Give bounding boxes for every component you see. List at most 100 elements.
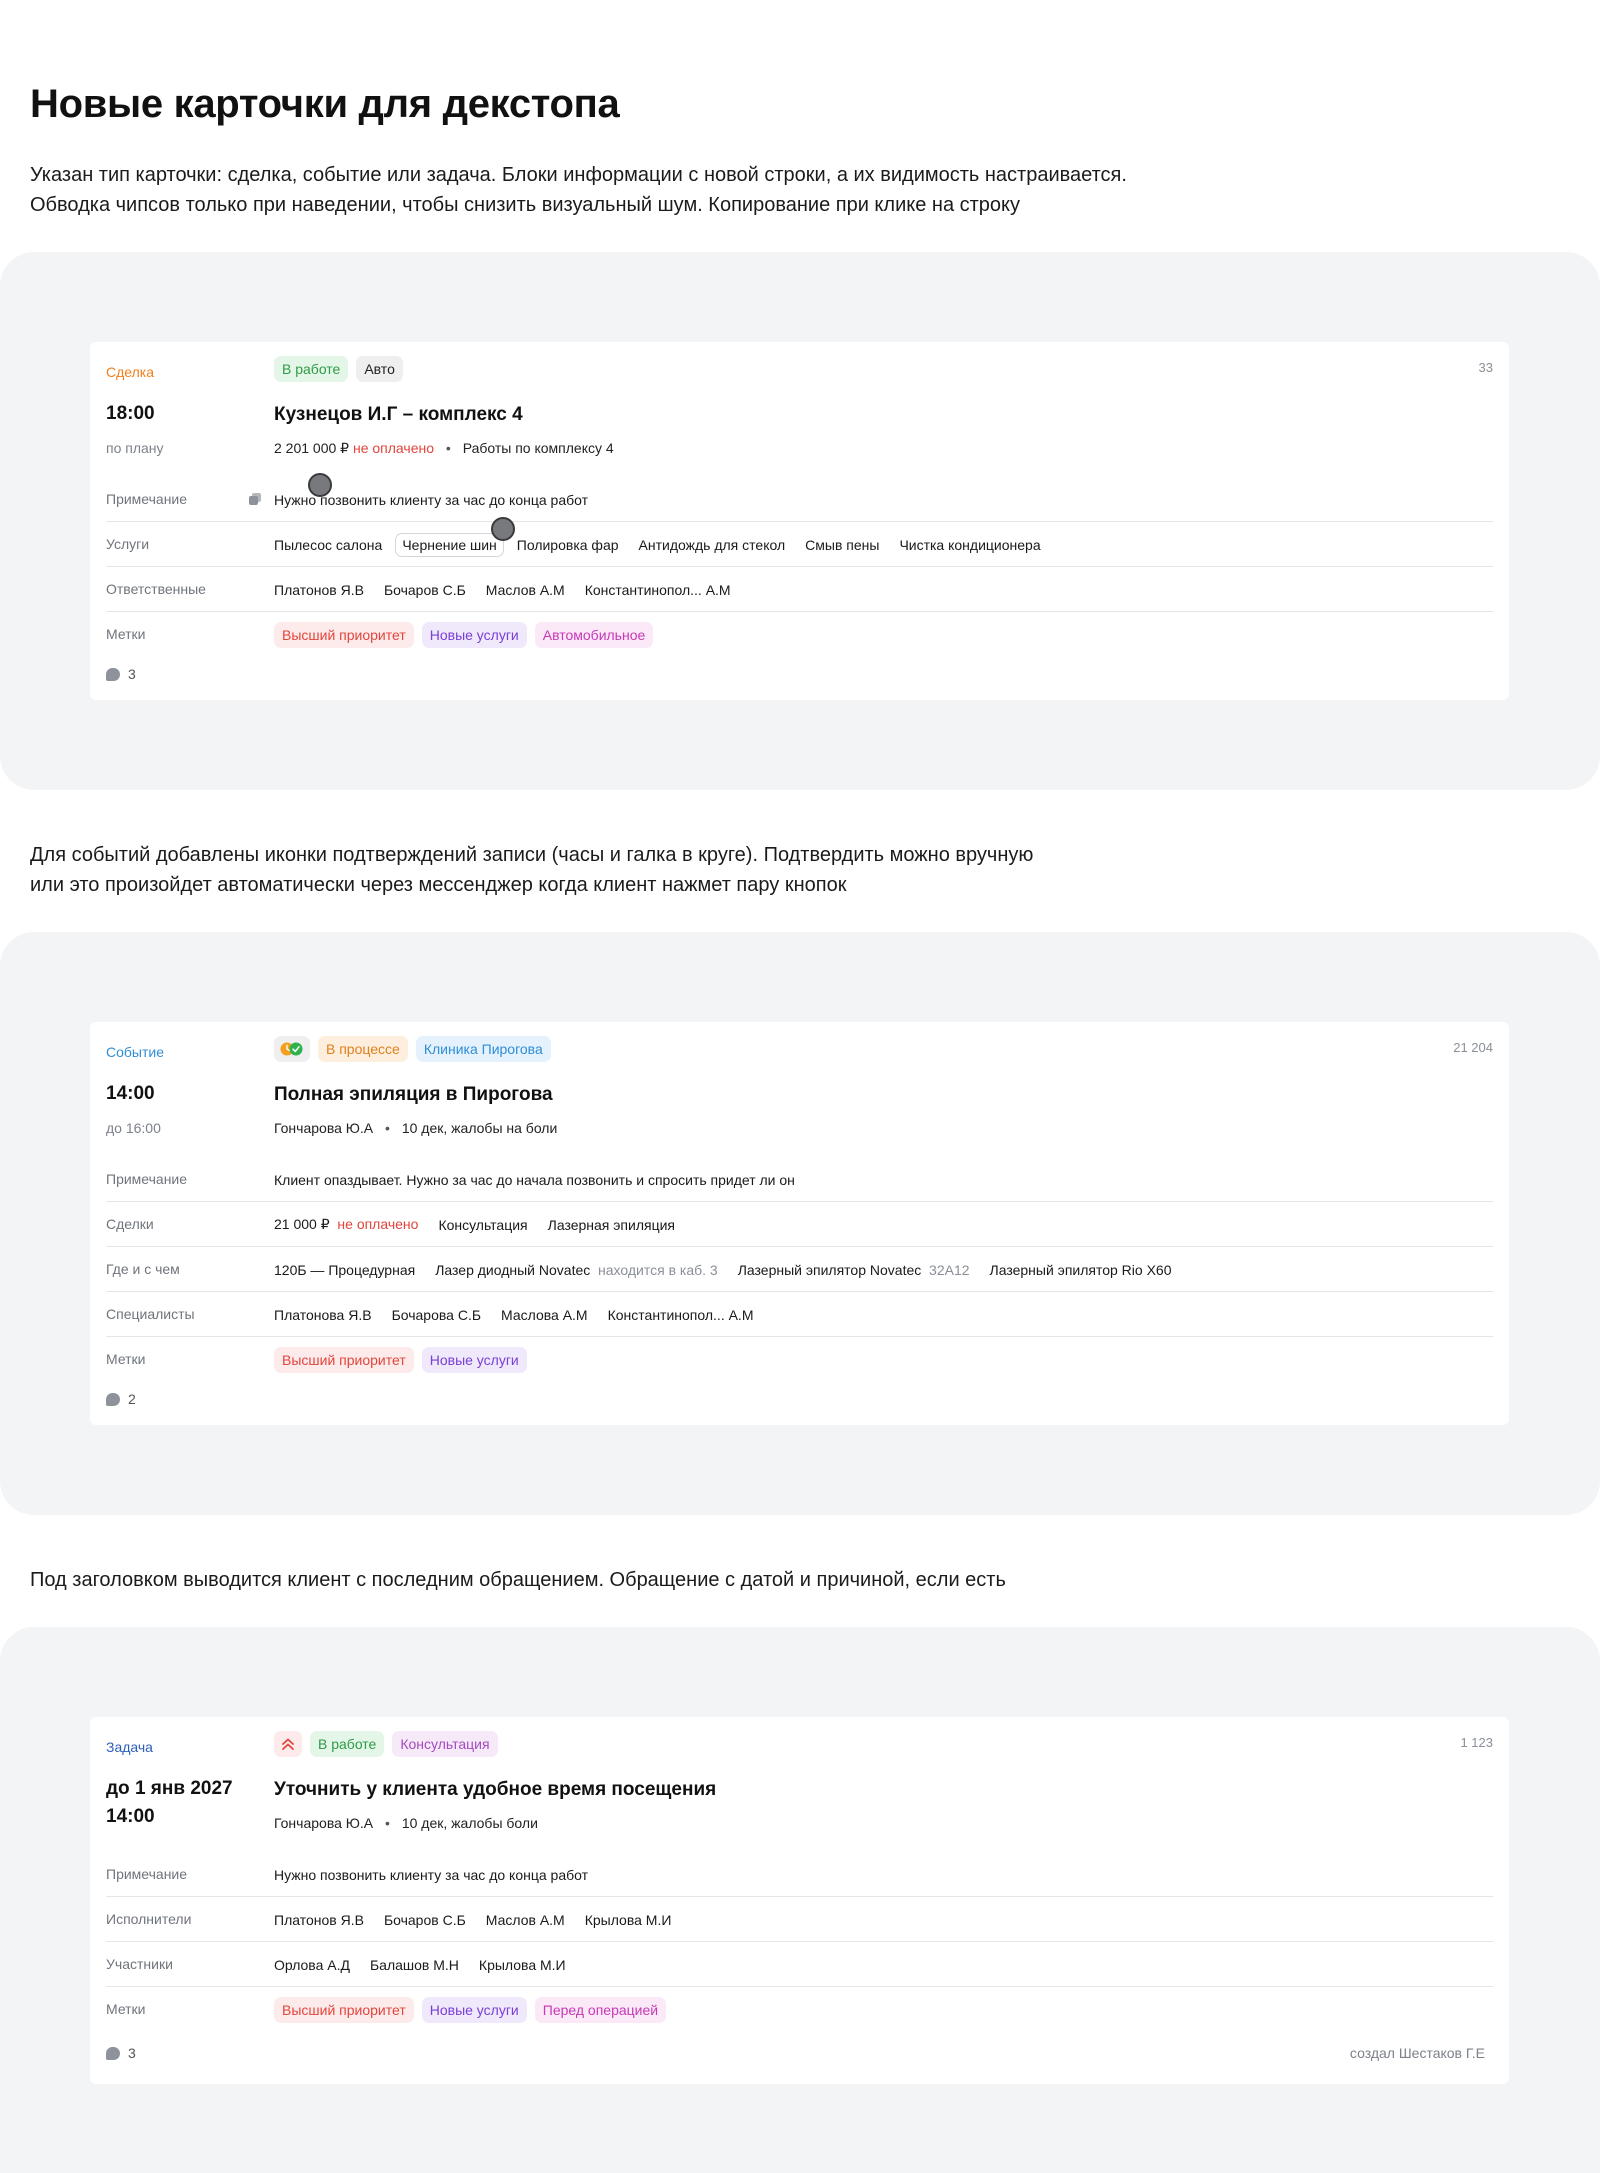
service-chip[interactable]: Полировка фар — [517, 537, 619, 553]
card-deadline-date: до 1 янв 2027 — [106, 1778, 233, 1799]
person-chip[interactable]: Платонов Я.В — [274, 1912, 364, 1928]
row-values: Клиент опаздывает. Нужно за час до начал… — [274, 1157, 795, 1202]
row-label: Ответственные — [106, 581, 206, 597]
row-label: Метки — [106, 626, 146, 642]
event-card[interactable]: Событие 21 204 В процессе Клиника Пирого… — [90, 1022, 1509, 1425]
equipment-name: Лазерный эпилятор Novatec — [737, 1261, 922, 1278]
comments-counter[interactable]: 2 — [106, 1391, 136, 1407]
row-label: Сделки — [106, 1216, 154, 1232]
person-chip[interactable]: Константинопол... А.М — [608, 1307, 754, 1323]
description-3: Под заголовком выводится клиент с послед… — [30, 1565, 1006, 1595]
row-values: Орлова А.Д Балашов М.Н Крылова М.И — [274, 1942, 566, 1987]
deal-card-section: Сделка 33 В работе Авто 18:00 по плану К… — [0, 252, 1600, 790]
status-chip[interactable]: В работе — [310, 1731, 385, 1757]
tags-row[interactable]: Метки Высший приоритет Новые услуги Авто… — [106, 612, 1493, 657]
card-id: 33 — [1478, 360, 1493, 375]
row-values: 120Б — Процедурная Лазер диодный Novatec… — [274, 1247, 1172, 1292]
tag-chip[interactable]: Новые услуги — [421, 621, 527, 648]
tags-row[interactable]: Метки Высший приоритет Новые услуги Пере… — [106, 1987, 1493, 2032]
executors-row[interactable]: Исполнители Платонов Я.В Бочаров С.Б Мас… — [106, 1897, 1493, 1942]
tag-chip[interactable]: Новые услуги — [421, 1346, 527, 1373]
service-chip[interactable]: Пылесос салона — [274, 537, 382, 553]
person-chip[interactable]: Маслов А.М — [486, 1912, 565, 1928]
row-values: 21 000 ₽ не оплачено Консультация Лазерн… — [274, 1202, 675, 1247]
deal-chip[interactable]: Консультация — [438, 1217, 527, 1233]
status-chip[interactable]: В работе — [274, 356, 349, 382]
copy-icon[interactable] — [248, 492, 262, 506]
where-row[interactable]: Где и с чем 120Б — Процедурная Лазер дио… — [106, 1247, 1493, 1292]
deal-amount-chip[interactable]: 21 000 ₽ не оплачено — [274, 1216, 418, 1233]
note-text: Клиент опаздывает. Нужно за час до начал… — [274, 1171, 795, 1188]
category-chip[interactable]: Консультация — [392, 1731, 498, 1757]
participants-row[interactable]: Участники Орлова А.Д Балашов М.Н Крылова… — [106, 1942, 1493, 1987]
row-values: Платонов Я.В Бочаров С.Б Маслов А.М Крыл… — [274, 1897, 671, 1942]
confirmation-chip[interactable] — [274, 1036, 310, 1062]
client-name[interactable]: Гончарова Ю.А — [274, 1815, 373, 1831]
row-label: Участники — [106, 1956, 173, 1972]
status-chip[interactable]: В процессе — [318, 1036, 408, 1062]
note-row[interactable]: Примечание Нужно позвонить клиенту за ча… — [106, 1852, 1493, 1897]
person-chip[interactable]: Бочарова С.Б — [392, 1307, 481, 1323]
tag-chip[interactable]: Высший приоритет — [274, 1996, 414, 2023]
work-name[interactable]: Работы по комплексу 4 — [463, 440, 614, 456]
category-chip[interactable]: Авто — [356, 356, 403, 382]
person-chip[interactable]: Балашов М.Н — [370, 1957, 459, 1973]
priority-chip[interactable] — [274, 1731, 302, 1757]
row-label: Метки — [106, 1351, 146, 1367]
tag-chip[interactable]: Перед операцией — [534, 1996, 667, 2023]
room-chip[interactable]: 120Б — Процедурная — [274, 1262, 415, 1278]
responsible-row[interactable]: Ответственные Платонов Я.В Бочаров С.Б М… — [106, 567, 1493, 612]
person-chip[interactable]: Платонов Я.В — [274, 582, 364, 598]
person-chip[interactable]: Бочаров С.Б — [384, 1912, 466, 1928]
card-time-sub: по плану — [106, 440, 164, 456]
deal-chip[interactable]: Лазерная эпиляция — [548, 1217, 675, 1233]
tag-chip[interactable]: Высший приоритет — [274, 621, 414, 648]
deal-card[interactable]: Сделка 33 В работе Авто 18:00 по плану К… — [90, 342, 1509, 700]
equipment-chip[interactable]: Лазерный эпилятор Rio X60 — [990, 1262, 1172, 1278]
deals-row[interactable]: Сделки 21 000 ₽ не оплачено Консультация… — [106, 1202, 1493, 1247]
note-row[interactable]: Примечание Клиент опаздывает. Нужно за ч… — [106, 1157, 1493, 1202]
client-name[interactable]: Гончарова Ю.А — [274, 1120, 373, 1136]
person-chip[interactable]: Бочаров С.Б — [384, 582, 466, 598]
card-time: 18:00 — [106, 403, 155, 424]
person-chip[interactable]: Маслова А.М — [501, 1307, 588, 1323]
person-chip[interactable]: Крылова М.И — [479, 1957, 566, 1973]
card-title[interactable]: Кузнецов И.Г – комплекс 4 — [274, 404, 523, 426]
tag-chip[interactable]: Высший приоритет — [274, 1346, 414, 1373]
double-chevron-up-icon — [282, 1738, 294, 1750]
tag-chip[interactable]: Автомобильное — [534, 621, 654, 648]
service-chip[interactable]: Чистка кондиционера — [899, 537, 1040, 553]
comments-counter[interactable]: 3 — [106, 2045, 136, 2061]
comments-count: 3 — [128, 2045, 136, 2061]
person-chip[interactable]: Маслов А.М — [486, 582, 565, 598]
description-2: Для событий добавлены иконки подтвержден… — [30, 840, 1033, 900]
service-chip-hovered[interactable]: Чернение шин — [395, 532, 504, 557]
deal-amount: 2 201 000 ₽ — [274, 440, 350, 456]
card-title[interactable]: Уточнить у клиента удобное время посещен… — [274, 1779, 716, 1801]
description-1: Указан тип карточки: сделка, событие или… — [30, 160, 1127, 220]
note-text: Нужно позвонить клиенту за час до конца … — [274, 1866, 589, 1883]
specialists-row[interactable]: Специалисты Платонова Я.В Бочарова С.Б М… — [106, 1292, 1493, 1337]
equipment-chip[interactable]: Лазер диодный Novatec находится в каб. 3 — [435, 1262, 718, 1278]
row-label: Примечание — [106, 491, 188, 507]
card-title[interactable]: Полная эпиляция в Пирогова — [274, 1084, 553, 1106]
tag-chip[interactable]: Новые услуги — [421, 1996, 527, 2023]
services-row[interactable]: Услуги Пылесос салона Чернение шин Полир… — [106, 522, 1493, 567]
tags-row[interactable]: Метки Высший приоритет Новые услуги — [106, 1337, 1493, 1382]
task-card[interactable]: Задача 1 123 В работе Консультация до 1 … — [90, 1717, 1509, 2084]
person-chip[interactable]: Платонова Я.В — [274, 1307, 372, 1323]
row-values: Пылесос салона Чернение шин Полировка фа… — [274, 522, 1041, 567]
service-chip[interactable]: Антидождь для стекол — [639, 537, 786, 553]
page-title: Новые карточки для декстопа — [30, 82, 620, 126]
location-chip[interactable]: Клиника Пирогова — [415, 1036, 551, 1062]
service-chip[interactable]: Смыв пены — [805, 537, 879, 553]
description-line: или это произойдет автоматически через м… — [30, 874, 847, 896]
person-chip[interactable]: Крылова М.И — [585, 1912, 672, 1928]
equipment-chip[interactable]: Лазерный эпилятор Novatec 32А12 — [738, 1262, 970, 1278]
person-chip[interactable]: Орлова А.Д — [274, 1957, 350, 1973]
person-chip[interactable]: Константинопол... А.М — [585, 582, 731, 598]
payment-status: не оплачено — [352, 440, 435, 456]
description-line: Под заголовком выводится клиент с послед… — [30, 1569, 1006, 1591]
comments-counter[interactable]: 3 — [106, 666, 136, 682]
card-chips: В работе Авто — [274, 356, 403, 382]
